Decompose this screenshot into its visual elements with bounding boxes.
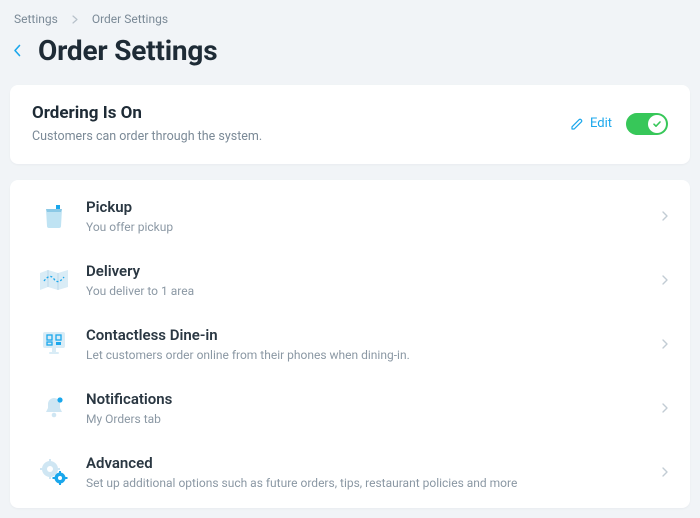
bell-icon [28,394,80,422]
ordering-toggle[interactable] [626,113,668,135]
ordering-status-subtitle: Customers can order through the system. [32,129,570,144]
row-subtitle: You offer pickup [86,220,662,234]
bag-icon [28,201,80,231]
ordering-status-card: Ordering Is On Customers can order throu… [10,85,690,164]
settings-row-notifications[interactable]: Notifications My Orders tab [10,376,690,440]
row-subtitle: Set up additional options such as future… [86,476,662,490]
back-button[interactable] [10,44,24,57]
check-icon [652,119,662,129]
settings-row-delivery[interactable]: Delivery You deliver to 1 area [10,248,690,312]
row-title: Notifications [86,390,662,408]
qr-screen-icon [28,329,80,359]
breadcrumb: Settings Order Settings [10,10,690,28]
settings-row-pickup[interactable]: Pickup You offer pickup [10,184,690,248]
row-subtitle: Let customers order online from their ph… [86,348,662,362]
chevron-left-icon [13,44,21,57]
gears-icon [28,458,80,486]
row-title: Advanced [86,454,662,472]
row-subtitle: You deliver to 1 area [86,284,662,298]
chevron-right-icon [662,339,668,349]
row-title: Pickup [86,198,662,216]
pencil-icon [570,117,584,131]
ordering-status-title: Ordering Is On [32,103,570,123]
settings-row-advanced[interactable]: Advanced Set up additional options such … [10,440,690,504]
chevron-right-icon [662,211,668,221]
page-title: Order Settings [38,34,217,67]
breadcrumb-parent[interactable]: Settings [14,12,58,26]
chevron-right-icon [662,467,668,477]
map-icon [28,267,80,293]
edit-button[interactable]: Edit [570,116,612,131]
row-title: Delivery [86,262,662,280]
breadcrumb-current: Order Settings [92,12,168,26]
chevron-right-icon [662,403,668,413]
toggle-knob [648,115,666,133]
chevron-right-icon [662,275,668,285]
chevron-right-icon [72,15,78,24]
settings-row-contactless-dinein[interactable]: Contactless Dine-in Let customers order … [10,312,690,376]
settings-list: Pickup You offer pickup Delivery You del… [10,180,690,508]
row-title: Contactless Dine-in [86,326,662,344]
edit-label: Edit [590,116,612,131]
row-subtitle: My Orders tab [86,412,662,426]
